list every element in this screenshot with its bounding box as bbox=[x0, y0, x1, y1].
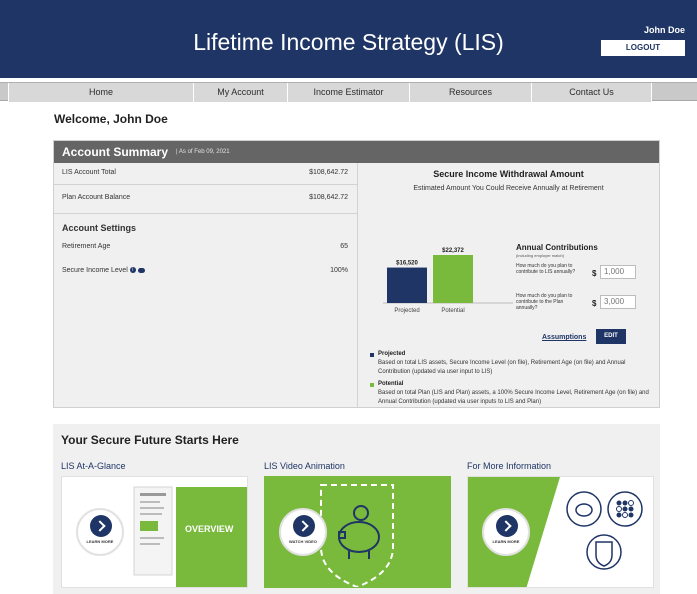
nav-home[interactable]: Home bbox=[8, 83, 194, 102]
projected-legend-desc: Based on total LIS assets, Secure Income… bbox=[378, 360, 626, 375]
lis-total-value: $108,642.72 bbox=[309, 169, 348, 176]
withdrawal-bar-chart: $16,520 Projected $22,372 Potential bbox=[383, 248, 513, 314]
main-nav: Home My Account Income Estimator Resourc… bbox=[0, 82, 697, 102]
bar-potential bbox=[433, 255, 473, 303]
edit-button[interactable]: EDIT bbox=[596, 329, 626, 344]
secure-future-title: Your Secure Future Starts Here bbox=[61, 433, 239, 447]
logout-button[interactable]: LOGOUT bbox=[601, 40, 685, 56]
potential-legend-desc: Based on total Plan (LIS and Plan) asset… bbox=[378, 390, 649, 405]
withdrawal-title: Secure Income Withdrawal Amount bbox=[433, 169, 584, 179]
potential-legend-name: Potential bbox=[378, 381, 404, 387]
plan-balance-label: Plan Account Balance bbox=[62, 194, 131, 201]
plan-contribution-question: How much do you plan to contribute to th… bbox=[516, 293, 573, 311]
bar-projected bbox=[387, 267, 427, 303]
watch-video-button[interactable]: WATCH VIDEO bbox=[279, 508, 327, 556]
learn-more-info-button[interactable]: LEARN MORE bbox=[482, 508, 530, 556]
secure-future-section: Your Secure Future Starts Here LIS At-A-… bbox=[53, 424, 660, 594]
overview-label: OVERVIEW bbox=[185, 524, 234, 534]
assumptions-link[interactable]: Assumptions bbox=[542, 334, 586, 341]
withdrawal-panel: Secure Income Withdrawal Amount Estimate… bbox=[358, 163, 659, 407]
learn-more-label: LEARN MORE bbox=[86, 539, 114, 544]
account-settings-title: Account Settings bbox=[62, 223, 137, 233]
secure-income-row: Secure Income Level i bbox=[62, 267, 145, 274]
annual-contributions-subtitle: (including employer match) bbox=[516, 253, 565, 258]
retirement-age-label: Retirement Age bbox=[62, 243, 111, 250]
card-label-info[interactable]: For More Information bbox=[467, 461, 551, 471]
chevron-right-icon bbox=[90, 515, 112, 537]
projected-legend-name: Projected bbox=[378, 351, 406, 357]
watch-video-label: WATCH VIDEO bbox=[289, 539, 317, 544]
retirement-age-value: 65 bbox=[340, 243, 348, 250]
currency-symbol: $ bbox=[592, 269, 597, 278]
card-label-video[interactable]: LIS Video Animation bbox=[264, 461, 345, 471]
lis-total-label: LIS Account Total bbox=[62, 169, 116, 176]
card-label-glance[interactable]: LIS At-A-Glance bbox=[61, 461, 126, 471]
chevron-right-icon bbox=[496, 515, 518, 537]
app-header: Lifetime Income Strategy (LIS) John Doe … bbox=[0, 0, 697, 78]
chat-icon[interactable] bbox=[137, 267, 145, 273]
bar-category-label: Projected bbox=[394, 308, 419, 314]
account-summary-title: Account Summary bbox=[62, 145, 169, 159]
bar-value-label: $22,372 bbox=[442, 248, 464, 254]
plan-contribution-input[interactable]: 3,000 bbox=[600, 295, 636, 309]
potential-legend-swatch bbox=[370, 383, 374, 387]
lis-at-a-glance-card[interactable]: OVERVIEW LEARN MORE bbox=[61, 476, 248, 588]
secure-income-value: 100% bbox=[330, 267, 348, 274]
nav-resources[interactable]: Resources bbox=[410, 83, 532, 102]
learn-more-info-label: LEARN MORE bbox=[492, 539, 520, 544]
bar-value-label: $16,520 bbox=[396, 261, 418, 267]
divider bbox=[54, 213, 357, 214]
account-details: LIS Account Total $108,642.72 Plan Accou… bbox=[54, 163, 357, 407]
annual-contributions-title: Annual Contributions bbox=[516, 243, 598, 252]
learn-more-button[interactable]: LEARN MORE bbox=[76, 508, 124, 556]
bar-category-label: Potential bbox=[441, 308, 464, 314]
chevron-right-icon bbox=[293, 515, 315, 537]
divider bbox=[54, 184, 357, 185]
nav-my-account[interactable]: My Account bbox=[194, 83, 288, 102]
nav-contact-us[interactable]: Contact Us bbox=[532, 83, 652, 102]
plan-balance-value: $108,642.72 bbox=[309, 194, 348, 201]
nav-income-estimator[interactable]: Income Estimator bbox=[288, 83, 410, 102]
projected-legend-swatch bbox=[370, 353, 374, 357]
currency-symbol: $ bbox=[592, 299, 597, 308]
more-information-card[interactable]: LEARN MORE bbox=[467, 476, 654, 588]
user-name: John Doe bbox=[643, 25, 685, 35]
account-summary-panel: Account Summary | As of Feb 09, 2021 LIS… bbox=[53, 140, 660, 408]
welcome-heading: Welcome, John Doe bbox=[54, 112, 168, 126]
secure-income-label: Secure Income Level bbox=[62, 267, 128, 274]
app-title: Lifetime Income Strategy (LIS) bbox=[193, 29, 504, 55]
lis-video-card[interactable]: WATCH VIDEO bbox=[264, 476, 451, 588]
lis-contribution-question: How much do you plan to contribute to LI… bbox=[516, 263, 576, 275]
as-of-date: | As of Feb 09, 2021 bbox=[176, 149, 230, 155]
lis-contribution-input[interactable]: 1,000 bbox=[600, 265, 636, 279]
info-icon[interactable]: i bbox=[129, 267, 136, 274]
withdrawal-subtitle: Estimated Amount You Could Receive Annua… bbox=[413, 185, 604, 192]
account-summary-header: Account Summary | As of Feb 09, 2021 bbox=[54, 141, 659, 163]
